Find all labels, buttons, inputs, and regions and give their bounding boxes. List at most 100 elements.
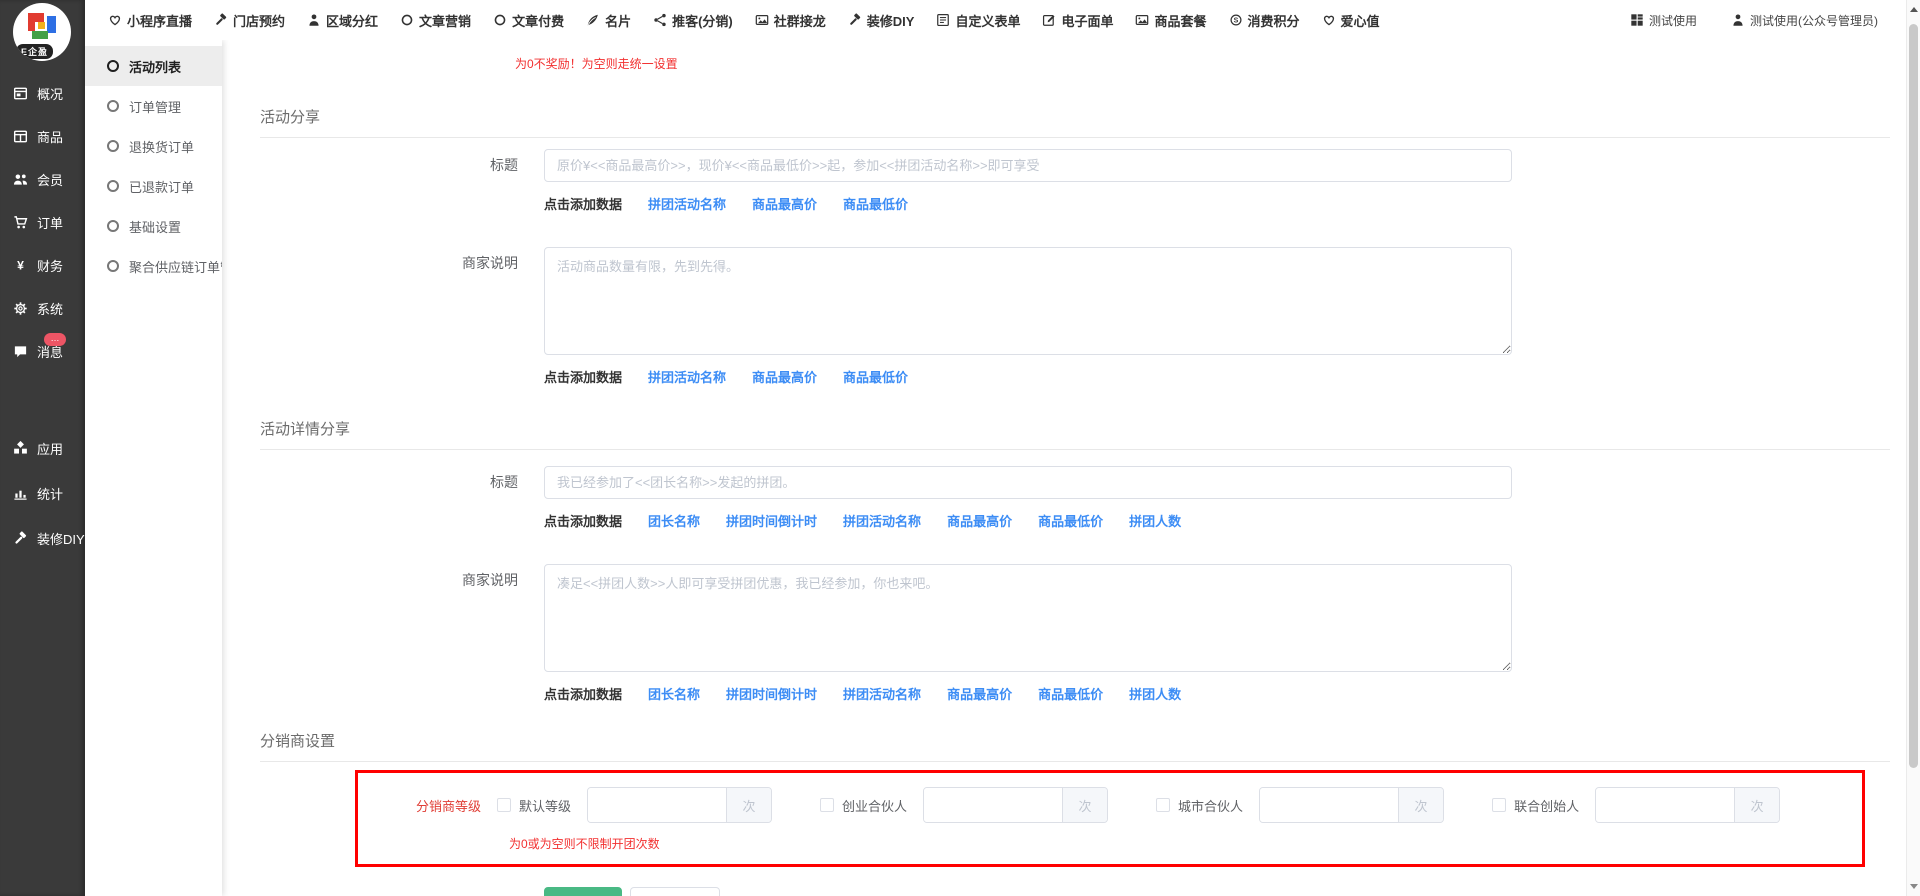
person-icon <box>307 13 321 27</box>
sidebar-item-stats[interactable]: 统计 <box>0 471 85 516</box>
sidebar-item-messages[interactable]: 消息… <box>0 330 85 373</box>
scroll-up-arrow[interactable] <box>1910 7 1918 12</box>
times-suffix: 次 <box>726 788 771 822</box>
submenu-item-order-management[interactable]: 订单管理 <box>85 86 222 126</box>
add-data-link[interactable]: 拼团时间倒计时 <box>726 511 817 530</box>
nav-item-article-marketing[interactable]: 文章营销 <box>400 11 471 30</box>
gavel-icon <box>848 13 862 27</box>
nav-item-article-paid[interactable]: 文章付费 <box>493 11 564 30</box>
nav-item-store-booking[interactable]: 门店预约 <box>214 11 285 30</box>
nav-item-custom-form[interactable]: 自定义表单 <box>936 11 1020 30</box>
main-content: 为0不奖励！为空则走统一设置 活动分享 标题 点击添加数据 拼团活动名称商品最高… <box>222 40 1906 896</box>
share-desc-textarea[interactable] <box>544 247 1512 355</box>
times-suffix: 次 <box>1734 788 1779 822</box>
nav-item-promoter-distribution[interactable]: 推客(分销) <box>653 11 733 30</box>
times-input[interactable] <box>588 788 726 822</box>
apps-icon <box>13 441 28 456</box>
times-input-group: 次 <box>923 787 1108 823</box>
level-checkbox[interactable] <box>820 798 834 812</box>
submenu-item-basic-settings[interactable]: 基础设置 <box>85 206 222 246</box>
detail-desc-textarea[interactable] <box>544 564 1512 672</box>
level-checkbox[interactable] <box>497 798 511 812</box>
distributor-levels: 默认等级 次 创业合伙人 次 城市合伙人 次 联合创始人 次 <box>497 787 1780 823</box>
submenu-item-supply-chain-orders[interactable]: 聚合供应链订单管 <box>85 246 222 286</box>
submenu-item-refunded-orders[interactable]: 已退款订单 <box>85 166 222 206</box>
nav-item-product-package[interactable]: 商品套餐 <box>1135 11 1206 30</box>
nav-item-group-buying-chain[interactable]: 社群接龙 <box>755 11 826 30</box>
nav-item-consume-points[interactable]: 消费积分 <box>1229 11 1300 30</box>
add-data-row: 点击添加数据 拼团活动名称商品最高价商品最低价 <box>544 367 1890 386</box>
heart-icon <box>1322 13 1336 27</box>
add-data-link[interactable]: 商品最低价 <box>1038 684 1103 703</box>
add-data-link[interactable]: 拼团人数 <box>1129 511 1181 530</box>
topbar-account[interactable]: 测试使用(公众号管理员) <box>1731 12 1878 29</box>
share-desc-row: 商家说明 <box>260 247 1890 355</box>
add-data-link[interactable]: 商品最高价 <box>752 367 817 386</box>
share-title-input[interactable] <box>544 149 1512 182</box>
primary-menu-group-2: 应用统计装修DIY <box>0 426 85 561</box>
distributor-highlight-box: 分销商等级 默认等级 次 创业合伙人 次 城市合伙人 次 联合创始人 次 <box>355 770 1865 867</box>
level-checkbox[interactable] <box>1156 798 1170 812</box>
add-data-link[interactable]: 团长名称 <box>648 684 700 703</box>
gear-icon <box>13 301 28 316</box>
primary-menu-group-1: 概况商品会员订单财务系统消息… <box>0 72 85 373</box>
brand-logo[interactable]: E企盈 <box>13 3 71 61</box>
add-data-link[interactable]: 商品最低价 <box>1038 511 1103 530</box>
image-icon <box>1135 13 1149 27</box>
times-input[interactable] <box>1596 788 1734 822</box>
add-data-link[interactable]: 团长名称 <box>648 511 700 530</box>
sidebar-item-finance[interactable]: 财务 <box>0 244 85 287</box>
sidebar-item-apps[interactable]: 应用 <box>0 426 85 471</box>
add-data-link[interactable]: 商品最高价 <box>947 684 1012 703</box>
add-data-link[interactable]: 商品最高价 <box>947 511 1012 530</box>
next-step-button[interactable]: 下一步 <box>544 887 622 896</box>
add-data-link[interactable]: 商品最低价 <box>843 194 908 213</box>
detail-title-input[interactable] <box>544 466 1512 499</box>
level-checkbox[interactable] <box>1492 798 1506 812</box>
grid-icon <box>1630 13 1644 27</box>
times-input[interactable] <box>924 788 1062 822</box>
add-data-link[interactable]: 拼团活动名称 <box>648 194 726 213</box>
add-data-link[interactable]: 商品最高价 <box>752 194 817 213</box>
scroll-down-arrow[interactable] <box>1910 884 1918 889</box>
section-title: 分销商设置 <box>260 730 1890 762</box>
submenu-item-return-exchange-orders[interactable]: 退换货订单 <box>85 126 222 166</box>
level-label: 默认等级 <box>519 796 571 815</box>
circle-icon <box>107 180 119 192</box>
add-data-link[interactable]: 商品最低价 <box>843 367 908 386</box>
secondary-sidebar: 活动列表订单管理退换货订单已退款订单基础设置聚合供应链订单管 <box>85 40 222 896</box>
nav-item-region-dividend[interactable]: 区域分红 <box>307 11 378 30</box>
sidebar-item-orders[interactable]: 订单 <box>0 201 85 244</box>
add-data-link[interactable]: 拼团活动名称 <box>843 684 921 703</box>
back-to-list-button[interactable]: 返回列表 <box>630 887 720 896</box>
scrollbar-thumb[interactable] <box>1909 24 1918 768</box>
nav-item-love-value[interactable]: 爱心值 <box>1322 11 1380 30</box>
circle-icon <box>400 13 414 27</box>
activity-detail-share-section: 活动详情分享 标题 点击添加数据 团长名称拼团时间倒计时拼团活动名称商品最高价商… <box>260 418 1890 703</box>
secondary-menu: 活动列表订单管理退换货订单已退款订单基础设置聚合供应链订单管 <box>85 40 222 286</box>
add-data-link[interactable]: 拼团活动名称 <box>843 511 921 530</box>
vertical-scrollbar[interactable] <box>1906 0 1920 896</box>
nav-item-business-card[interactable]: 名片 <box>586 11 631 30</box>
add-data-link[interactable]: 拼团人数 <box>1129 684 1181 703</box>
circle-icon <box>107 100 119 112</box>
nav-item-e-waybill[interactable]: 电子面单 <box>1042 11 1113 30</box>
section-title: 活动详情分享 <box>260 418 1890 450</box>
nav-item-decorate-diy[interactable]: 装修DIY <box>848 11 915 30</box>
section-title: 活动分享 <box>260 106 1890 138</box>
topbar-test-use[interactable]: 测试使用 <box>1630 12 1697 29</box>
form-icon <box>936 13 950 27</box>
add-data-link[interactable]: 拼团活动名称 <box>648 367 726 386</box>
nav-item-miniprogram-live[interactable]: 小程序直播 <box>108 11 192 30</box>
cart-icon <box>13 215 28 230</box>
times-input[interactable] <box>1260 788 1398 822</box>
sidebar-item-system[interactable]: 系统 <box>0 287 85 330</box>
add-data-link[interactable]: 拼团时间倒计时 <box>726 684 817 703</box>
sidebar-item-overview[interactable]: 概况 <box>0 72 85 115</box>
circle-icon <box>107 220 119 232</box>
submenu-item-activity-list[interactable]: 活动列表 <box>85 46 222 86</box>
sidebar-item-decorate-diy[interactable]: 装修DIY <box>0 516 85 561</box>
sidebar-item-members[interactable]: 会员 <box>0 158 85 201</box>
distributor-level-group: 城市合伙人 次 <box>1156 787 1444 823</box>
sidebar-item-goods[interactable]: 商品 <box>0 115 85 158</box>
